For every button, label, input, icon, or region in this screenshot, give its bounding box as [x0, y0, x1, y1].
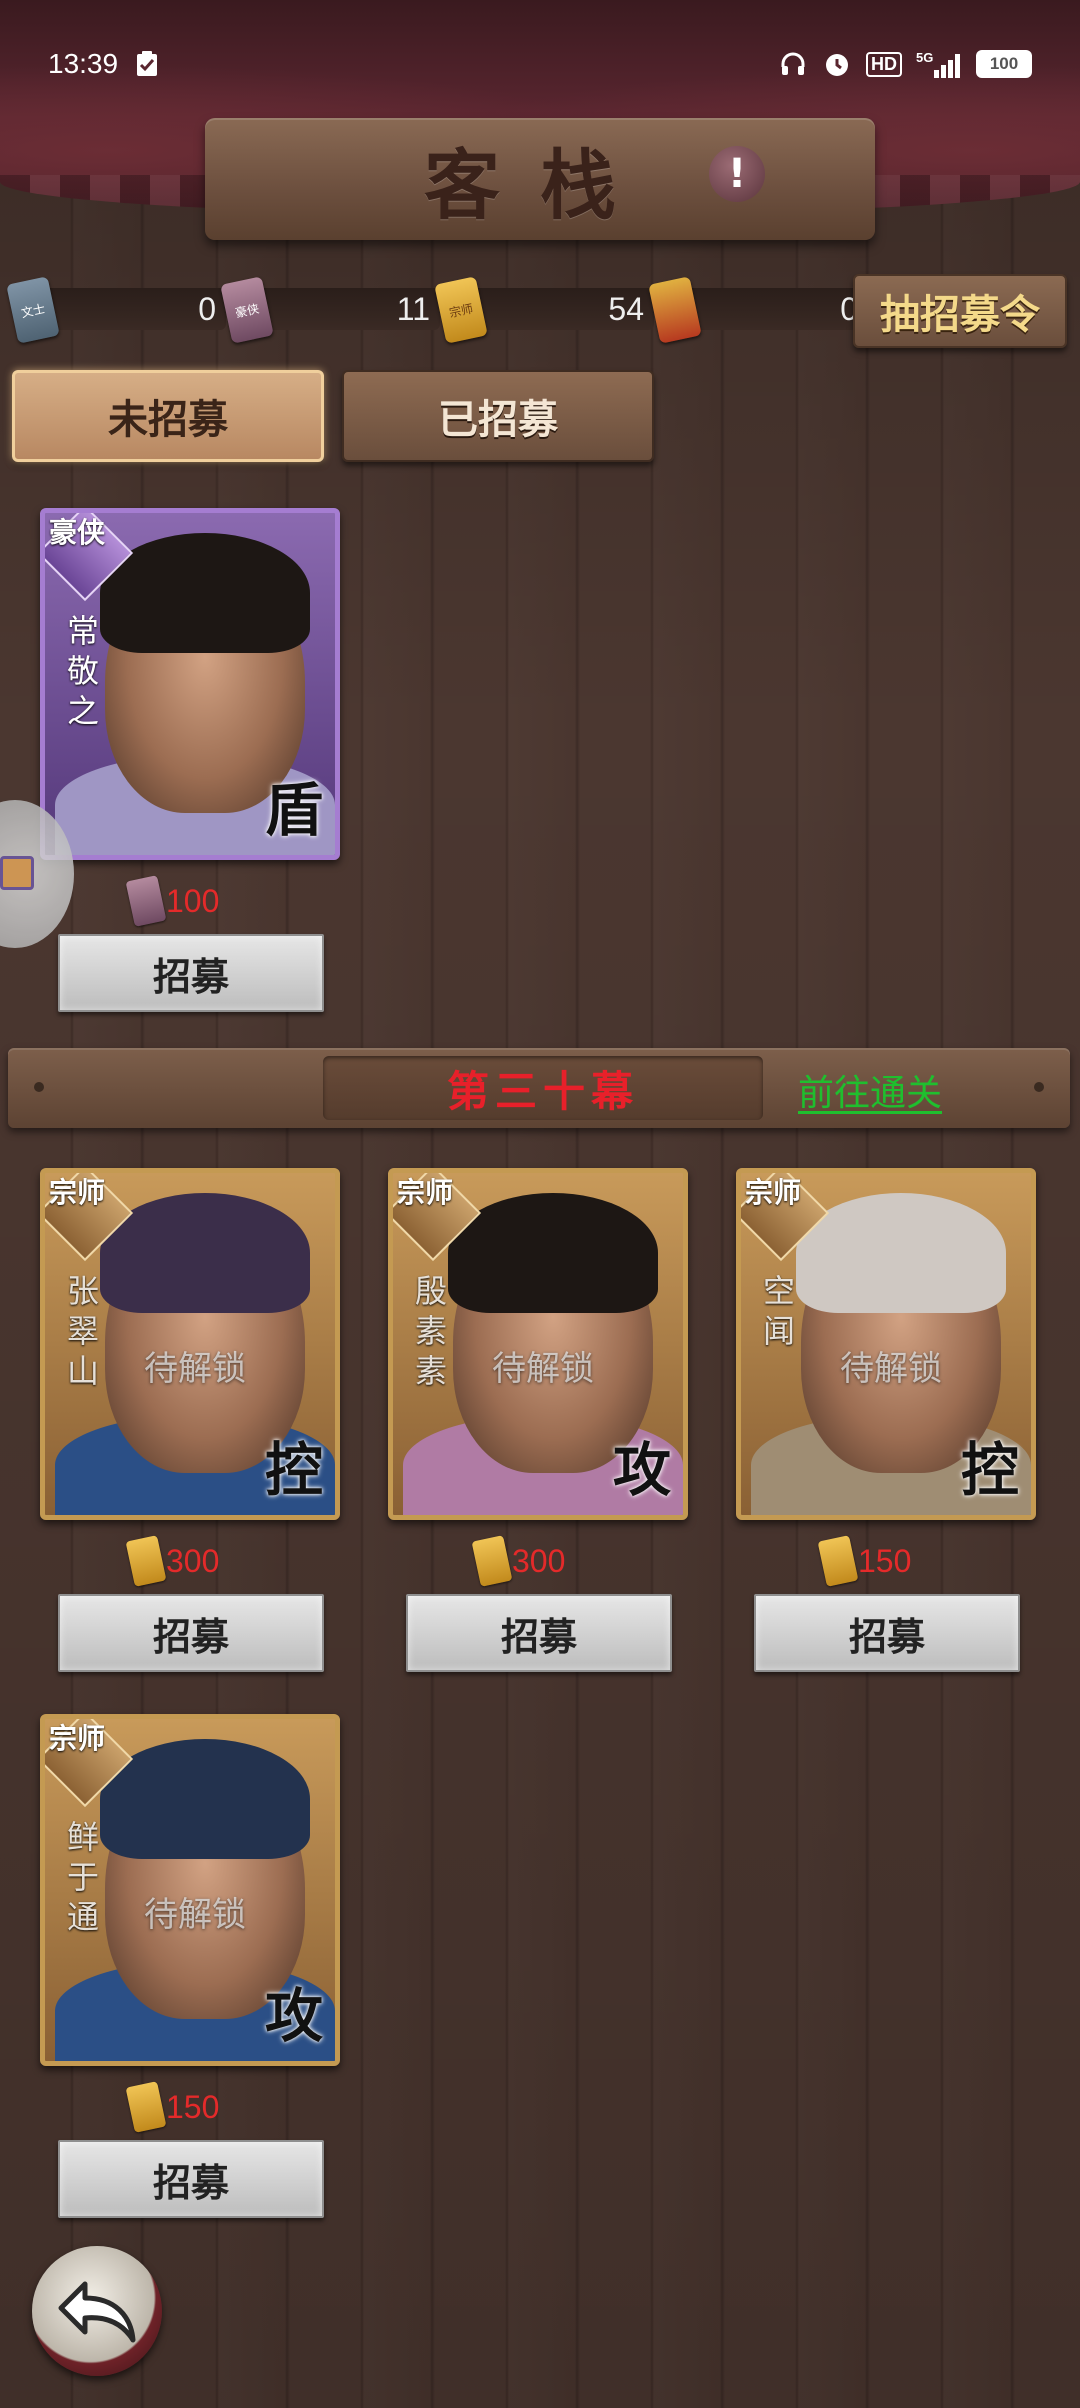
currency-zongshi: 宗师 54 — [434, 276, 654, 344]
hero-card-featured[interactable]: 豪侠 常敬之 盾 — [40, 508, 340, 860]
currency-wenshi: 文士 0 — [6, 276, 226, 344]
zongshi-token-icon: 宗师 — [434, 276, 488, 344]
hero-portrait: 豪侠 常敬之 盾 — [40, 508, 340, 860]
recruit-button[interactable]: 招募 — [58, 1594, 324, 1672]
recruit-button[interactable]: 招募 — [58, 2140, 324, 2218]
back-button[interactable] — [32, 2246, 162, 2376]
hero-role: 攻 — [612, 1436, 671, 1504]
page-title: 客栈 — [424, 141, 656, 230]
rank-text: 宗师 — [397, 1176, 454, 1209]
rank-text: 豪侠 — [49, 516, 106, 549]
hero-portrait: 宗师 殷素素 待解锁 攻 — [388, 1168, 688, 1520]
status-time: 13:39 — [48, 48, 119, 79]
hero-card[interactable]: 宗师 鲜于通 待解锁 攻 — [40, 1714, 340, 2066]
lock-status: 待解锁 — [144, 1895, 246, 1935]
status-right: HD 5G 100 — [778, 49, 1032, 79]
recruit-button[interactable]: 招募 — [754, 1594, 1020, 1672]
hero-card[interactable]: 宗师 殷素素 待解锁 攻 — [388, 1168, 688, 1520]
currency-haoxia: 豪侠 11 — [220, 276, 440, 344]
info-button[interactable]: ! — [709, 146, 765, 202]
currency-amount: 0 — [198, 291, 216, 327]
cost-row: 150 — [817, 1535, 1002, 1587]
cost-row: 300 — [471, 1535, 656, 1587]
hero-role: 盾 — [264, 776, 323, 844]
token-label: 宗师 — [447, 301, 475, 320]
rank-text: 宗师 — [49, 1722, 106, 1755]
lock-status: 待解锁 — [144, 1349, 246, 1389]
svg-text:5G: 5G — [916, 50, 933, 65]
cost-value: 300 — [512, 1542, 566, 1579]
status-left: 13:39 — [48, 48, 162, 80]
hero-role: 攻 — [264, 1982, 323, 2050]
cost-value: 300 — [166, 1542, 220, 1579]
currency-red: 0 — [648, 276, 868, 344]
status-bar: 13:39 HD 5G 100 — [48, 40, 1032, 88]
draw-recruit-order-button[interactable]: 抽招募令 — [853, 274, 1067, 348]
nail-icon — [34, 1082, 44, 1092]
cost-row: 150 — [125, 2081, 310, 2133]
hero-name: 常敬之 — [66, 612, 99, 730]
lock-status: 待解锁 — [492, 1349, 594, 1389]
cost-value: 150 — [858, 1542, 912, 1579]
title-plank: 客栈 ! — [205, 118, 875, 240]
currency-amount: 54 — [608, 291, 644, 327]
headphones-icon — [778, 49, 808, 79]
rank-text: 宗师 — [49, 1176, 106, 1209]
cost-row: 100 — [125, 875, 310, 927]
hero-card[interactable]: 宗师 空闻 待解锁 控 — [736, 1168, 1036, 1520]
recruit-button[interactable]: 招募 — [58, 934, 324, 1012]
alarm-icon — [822, 49, 852, 79]
tab-recruited[interactable]: 已招募 — [342, 370, 654, 462]
cost-value: 150 — [166, 2088, 220, 2125]
nail-icon — [1034, 1082, 1044, 1092]
rank-text: 宗师 — [745, 1176, 802, 1209]
haoxia-token-icon: 豪侠 — [220, 276, 274, 344]
zongshi-token-icon — [125, 1535, 167, 1587]
hero-role: 控 — [960, 1436, 1019, 1504]
zongshi-token-icon — [817, 1535, 859, 1587]
lock-status: 待解锁 — [840, 1349, 942, 1389]
recruit-button[interactable]: 招募 — [406, 1594, 672, 1672]
zongshi-token-icon — [471, 1535, 513, 1587]
cost-row: 300 — [125, 1535, 310, 1587]
chapter-bar: 第三十幕 前往通关 — [8, 1048, 1070, 1128]
hero-portrait: 宗师 鲜于通 待解锁 攻 — [40, 1714, 340, 2066]
battery-indicator: 100 — [976, 50, 1032, 78]
back-arrow-icon — [58, 2281, 136, 2343]
exclamation-icon: ! — [727, 151, 747, 197]
zongshi-token-icon — [125, 2081, 167, 2133]
red-token-icon — [648, 276, 702, 344]
assistant-icon — [0, 856, 34, 890]
wenshi-token-icon: 文士 — [6, 276, 60, 344]
token-label: 文士 — [19, 301, 47, 320]
tab-unrecruited[interactable]: 未招募 — [12, 370, 324, 462]
hero-portrait: 宗师 张翠山 待解锁 控 — [40, 1168, 340, 1520]
hero-portrait: 宗师 空闻 待解锁 控 — [736, 1168, 1036, 1520]
token-label: 豪侠 — [233, 301, 261, 320]
currency-amount: 11 — [396, 291, 430, 327]
clipboard-check-icon — [132, 49, 162, 79]
goto-clear-link[interactable]: 前往通关 — [798, 1064, 942, 1114]
chapter-title: 第三十幕 — [323, 1056, 763, 1120]
haoxia-token-icon — [125, 875, 167, 927]
hd-badge: HD — [866, 51, 902, 77]
hero-role: 控 — [264, 1436, 323, 1504]
signal-5g-icon: 5G — [916, 49, 962, 79]
cost-value: 100 — [166, 882, 220, 919]
hero-name: 空闻 — [762, 1272, 795, 1350]
hero-card[interactable]: 宗师 张翠山 待解锁 控 — [40, 1168, 340, 1520]
